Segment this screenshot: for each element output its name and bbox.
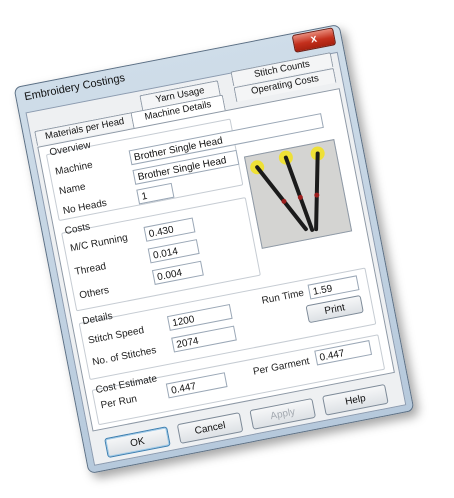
ok-button[interactable]: OK [104,426,171,459]
machine-details-panel: Overview Machine Brother Single Head Nam… [37,88,395,432]
dialog-client: Yarn Usage Stitch Counts Materials per H… [25,51,407,466]
needles-illustration-icon [250,146,325,232]
embroidery-costings-dialog: Embroidery Costings x Yarn Usage Stitch … [13,23,415,475]
close-button[interactable]: x [291,27,337,53]
help-button[interactable]: Help [322,383,389,416]
needle-band-icon [314,192,320,198]
cancel-button[interactable]: Cancel [176,412,244,444]
apply-button[interactable]: Apply [249,397,317,430]
machine-needles-image [243,139,353,249]
